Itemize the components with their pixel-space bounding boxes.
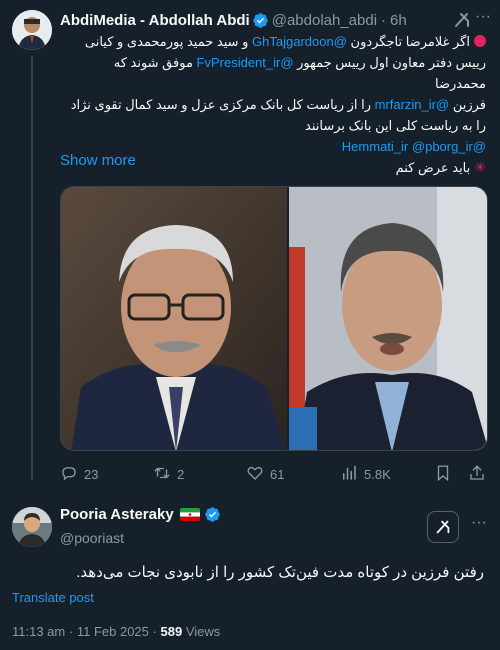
views-button[interactable]: 5.8K [340, 464, 391, 484]
tweet-media-photos[interactable] [60, 186, 488, 451]
grok-icon[interactable] [452, 10, 472, 30]
more-options-button[interactable]: ··· [474, 9, 492, 30]
author-avatar[interactable] [12, 10, 52, 50]
tweet-text-fragment: اگر غلامرضا تاجگردون [346, 34, 470, 49]
tweet-text-fragment: را از ریاست کل بانک مرکزی عزل و سید کمال… [70, 97, 375, 112]
views-count: 589 [160, 624, 183, 639]
header-separator: · [381, 11, 387, 29]
repost-count: 2 [177, 466, 185, 482]
mention-link[interactable]: @GhTajgardoon [252, 34, 347, 49]
tweet-time[interactable]: 6h [390, 12, 407, 29]
like-button[interactable]: 61 [246, 464, 284, 484]
repost-button[interactable]: 2 [153, 464, 184, 484]
tweet-line: رییس دفتر معاون اول رییس جمهور @FvPresid… [60, 52, 486, 94]
tweet-line: فرزین @mrfarzin_ir را از ریاست کل بانک م… [60, 94, 486, 115]
show-more-link[interactable]: Show more [60, 152, 136, 169]
repost-icon [153, 464, 171, 485]
more-options-button[interactable]: ··· [471, 515, 487, 531]
tweet-text-fragment: باید عرض کنم [395, 160, 471, 175]
tweet-line: را به ریاست کلی این بانک برسانند [305, 118, 486, 133]
author-handle[interactable]: @abdolah_abdi [272, 12, 377, 29]
grok-icon[interactable] [427, 511, 459, 543]
translate-post-link[interactable]: Translate post [12, 590, 94, 605]
reply-icon [60, 464, 78, 485]
tweet-text-fragment: رییس دفتر معاون اول رییس جمهور [293, 55, 486, 70]
tweet-header: Pooria Asteraky [60, 506, 224, 523]
verified-badge-icon [204, 506, 221, 523]
tweet-meta: 11:13 am · 11 Feb 2025 · 589 Views [12, 624, 220, 639]
mention-link[interactable]: @mrfarzin_ir [375, 97, 450, 112]
tweet-time[interactable]: 11:13 am [12, 624, 65, 639]
views-icon [340, 464, 358, 485]
photo-divider [287, 187, 289, 450]
verified-badge-icon [252, 12, 269, 29]
thread-connector-line [31, 56, 33, 480]
red-circle-emoji-icon [474, 35, 486, 47]
like-count: 61 [270, 466, 285, 482]
tweet-header: AbdiMedia - Abdollah Abdi @abdolah_abdi … [60, 9, 492, 30]
bookmark-button[interactable] [434, 464, 452, 484]
iran-flag-icon [179, 508, 200, 521]
tweet-text-fragment: و سید حمید پورمحمدی و کیانی [84, 34, 253, 49]
anger-emoji-icon: ✳ [474, 159, 486, 175]
tweet-action-bar: 23 2 61 5.8K [60, 464, 490, 484]
tweet-date[interactable]: 11 Feb 2025 [77, 624, 149, 639]
reply-button[interactable]: 23 [60, 464, 98, 484]
tweet-text-fragment: فرزین [449, 97, 486, 112]
author-name[interactable]: Pooria Asteraky [60, 506, 174, 523]
views-count: 5.8K [364, 466, 391, 482]
author-name[interactable]: AbdiMedia - Abdollah Abdi [60, 12, 250, 29]
meta-separator: · [152, 624, 157, 639]
share-icon [468, 464, 486, 485]
author-avatar[interactable] [12, 507, 52, 547]
mention-link[interactable]: @pborg_ir [412, 139, 473, 154]
reply-count: 23 [84, 466, 99, 482]
photo-right[interactable] [287, 187, 487, 450]
share-button[interactable] [468, 464, 486, 484]
tweet-line: اگر غلامرضا تاجگردون @GhTajgardoon و سید… [60, 31, 486, 52]
views-label: Views [185, 624, 221, 639]
author-handle[interactable]: @pooriast [60, 530, 124, 546]
like-icon [246, 464, 264, 485]
tweet-text: رفتن فرزین در کوتاه مدت فین‌تک کشور را ا… [76, 564, 484, 581]
photo-left[interactable] [61, 187, 287, 450]
bookmark-icon [434, 464, 452, 485]
meta-separator: · [68, 624, 74, 639]
mention-link[interactable]: @FvPresident_ir [197, 55, 294, 70]
